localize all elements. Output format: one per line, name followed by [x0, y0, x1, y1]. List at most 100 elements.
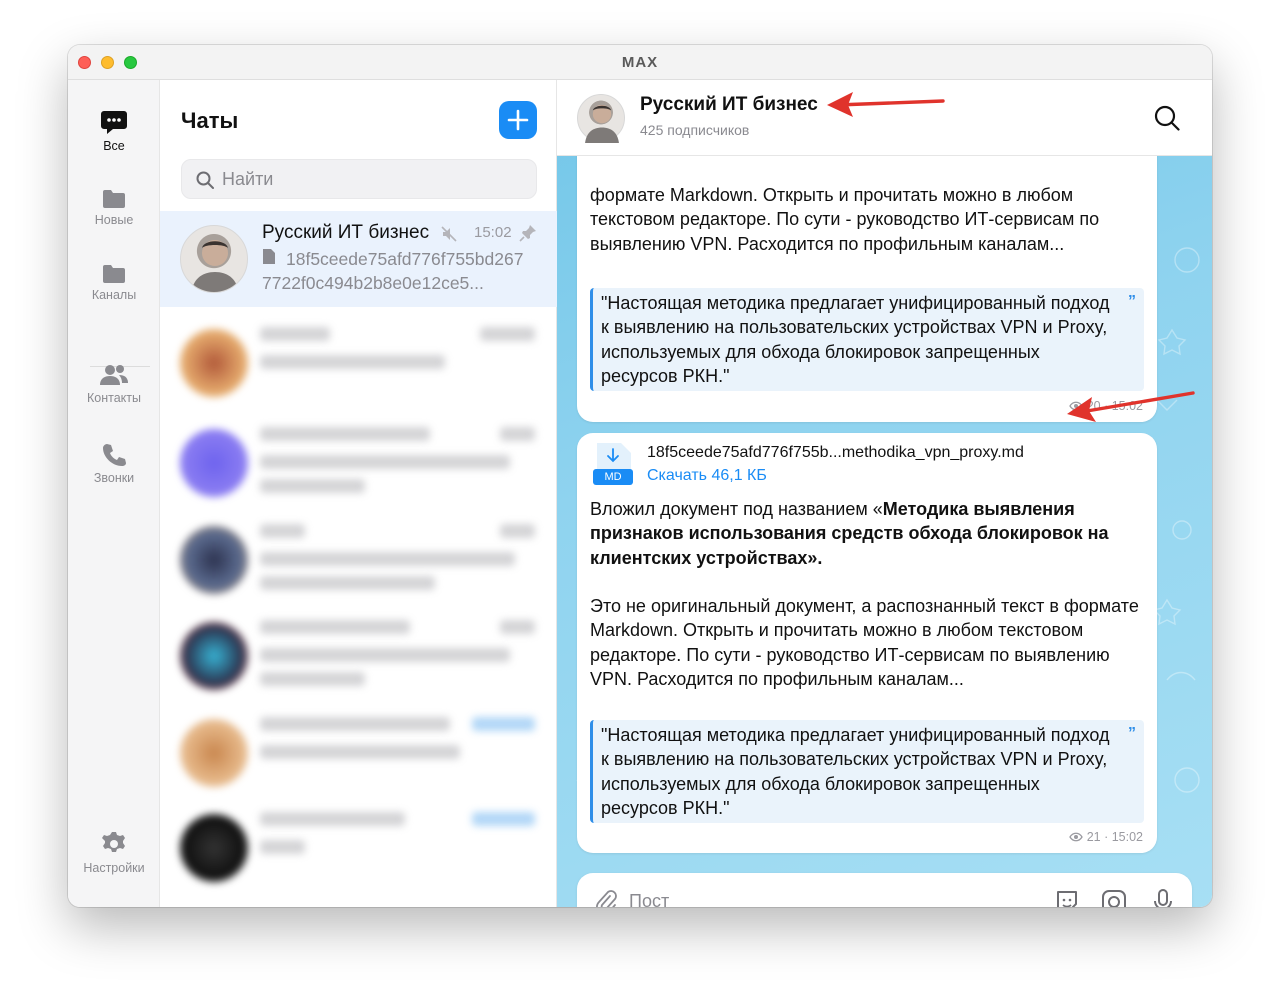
composer	[577, 873, 1192, 907]
nav-label: Настройки	[83, 861, 145, 875]
message-time: 15:02	[1111, 830, 1143, 844]
download-link[interactable]: Скачать 46,1 КБ	[647, 467, 767, 485]
message-quote: "Настоящая методика предлагает унифициро…	[590, 288, 1144, 392]
chat-item-blurred[interactable]	[160, 512, 557, 608]
sticker-icon[interactable]	[1054, 889, 1080, 907]
blurred-text	[480, 327, 535, 341]
muted-speaker-icon	[441, 226, 457, 242]
message-meta: 20 · 15:02	[1069, 399, 1143, 413]
nav-item-settings[interactable]: Настройки	[68, 830, 160, 875]
nav-label: Новые	[94, 213, 134, 227]
view-count: 21	[1086, 830, 1101, 844]
chat-avatar	[180, 225, 248, 293]
file-ext-label: MD	[604, 471, 622, 483]
person-photo-icon	[585, 104, 619, 143]
blurred-text	[260, 672, 365, 686]
chat-item-blurred[interactable]	[160, 315, 557, 411]
chat-avatar	[180, 719, 248, 787]
nav-item-all[interactable]: Все	[68, 108, 160, 153]
folder-icon	[103, 265, 125, 283]
blurred-text	[260, 524, 305, 538]
chat-item-blurred[interactable]	[160, 415, 557, 511]
search-icon	[196, 171, 214, 189]
file-name[interactable]: 18f5ceede75afd776f755b...methodika_vpn_p…	[647, 444, 1024, 462]
chat-avatar	[180, 429, 248, 497]
blurred-text	[260, 648, 510, 662]
chat-item-russian-it-business[interactable]: Русский ИТ бизнес 15:02 18f5ceede75afd77…	[160, 211, 557, 307]
search-box	[181, 159, 537, 199]
nav-item-new[interactable]: Новые	[68, 188, 160, 227]
blurred-text	[260, 552, 515, 566]
view-count: 20	[1086, 399, 1101, 413]
title-bar: MAX	[68, 45, 1212, 80]
md-file-icon[interactable]: MD	[593, 441, 633, 487]
quote-icon: ”	[1128, 725, 1136, 742]
chat-preview-text: 18f5ceede75afd776f755bd2677722f0c494b2b8…	[262, 249, 524, 293]
paperclip-icon[interactable]	[595, 889, 617, 907]
blurred-text	[260, 812, 405, 826]
blurred-text	[260, 479, 365, 493]
intro-suffix: ».	[807, 547, 823, 568]
blurred-text	[260, 745, 460, 759]
message-intro: Вложил документ под названием «Методика …	[590, 497, 1150, 570]
camera-icon[interactable]	[1101, 889, 1127, 907]
blurred-text	[260, 327, 330, 341]
blurred-text	[260, 455, 510, 469]
subscriber-count: 425 подписчиков	[640, 122, 750, 138]
gear-icon	[102, 832, 125, 852]
blurred-text	[260, 620, 410, 634]
chat-item-blurred[interactable]	[160, 608, 557, 704]
nav-label: Контакты	[87, 391, 141, 405]
quote-icon: ”	[1128, 293, 1136, 310]
blurred-text	[500, 524, 535, 538]
intro-prefix: Вложил документ под названием «	[590, 499, 883, 519]
blurred-text	[260, 355, 445, 369]
quote-text: "Настоящая методика предлагает унифициро…	[601, 725, 1110, 818]
eye-icon	[1069, 832, 1083, 842]
message-text: Это не оригинальный документ, а распозна…	[590, 596, 1139, 689]
new-chat-button[interactable]	[499, 101, 537, 139]
file-mini-icon-space	[262, 247, 286, 271]
window-title: MAX	[621, 54, 659, 71]
nav-item-channels[interactable]: Каналы	[68, 263, 160, 302]
message-text: формате Markdown. Открыть и прочитать мо…	[590, 185, 1100, 254]
nav-item-contacts[interactable]: Контакты	[68, 362, 160, 405]
nav-item-calls[interactable]: Звонки	[68, 442, 160, 485]
chat-avatar	[180, 526, 248, 594]
file-mini-icon	[263, 249, 275, 264]
nav-label: Звонки	[93, 471, 135, 485]
folder-icon	[103, 190, 125, 208]
conversation-header: Русский ИТ бизнес 425 подписчиков	[557, 80, 1212, 156]
chat-item-blurred[interactable]	[160, 705, 557, 801]
channel-title[interactable]: Русский ИТ бизнес	[640, 94, 818, 116]
blurred-text	[500, 427, 535, 441]
microphone-icon[interactable]	[1153, 889, 1173, 907]
contacts-icon	[100, 365, 128, 385]
chat-item-blurred[interactable]	[160, 800, 557, 896]
channel-avatar[interactable]	[577, 94, 625, 143]
chat-list-title: Чаты	[181, 108, 239, 133]
search-input[interactable]	[222, 160, 522, 198]
app-window: MAX Все Новые Каналы Контакты Звонки Нас…	[68, 45, 1212, 907]
phone-icon	[103, 444, 126, 466]
chat-time: 15:02	[474, 224, 512, 241]
message-time: 15:02	[1111, 399, 1143, 413]
chat-list-panel: Чаты Русский ИТ бизнес	[160, 80, 557, 907]
person-photo-icon	[191, 240, 239, 292]
chat-bubble-icon	[101, 111, 127, 134]
message-bubble[interactable]: MD 18f5ceede75afd776f755b...methodika_vp…	[577, 433, 1157, 853]
chat-avatar	[180, 814, 248, 882]
chat-avatar	[180, 622, 248, 690]
post-input[interactable]	[629, 881, 1029, 907]
blurred-text	[472, 812, 535, 826]
message-bubble[interactable]: формате Markdown. Открыть и прочитать мо…	[577, 124, 1157, 422]
pin-icon	[519, 225, 536, 242]
search-icon[interactable]	[1154, 105, 1180, 131]
chat-name: Русский ИТ бизнес	[262, 222, 430, 243]
blurred-text	[260, 576, 435, 590]
blurred-text	[260, 840, 305, 854]
chat-preview: 18f5ceede75afd776f755bd2677722f0c494b2b8…	[262, 247, 532, 295]
conversation-panel: Русский ИТ бизнес 425 подписчиков формат…	[557, 80, 1212, 907]
plus-icon	[507, 109, 529, 131]
eye-icon	[1069, 401, 1083, 411]
